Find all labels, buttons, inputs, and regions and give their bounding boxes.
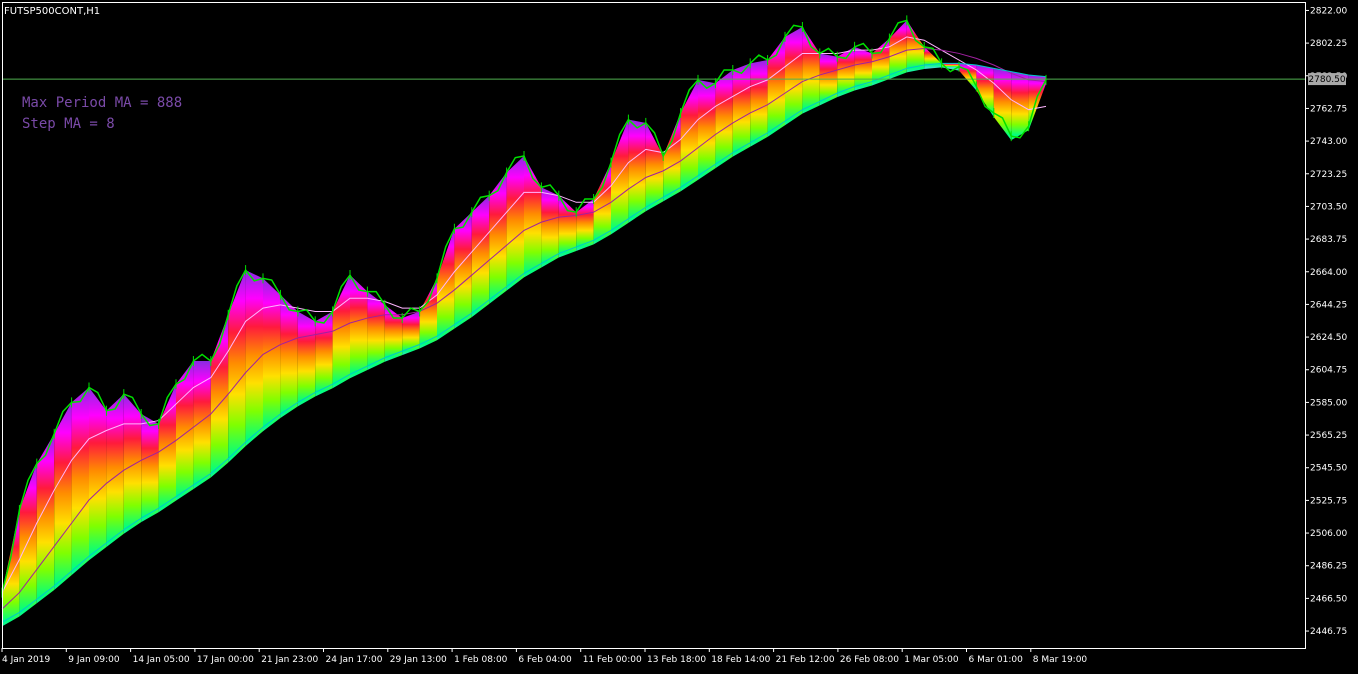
x-tick-label: 17 Jan 00:00 [197, 655, 254, 665]
y-tick-label: 2486.25 [1310, 562, 1347, 572]
ribbon-segment [698, 79, 716, 180]
x-tick-label: 6 Feb 04:00 [518, 655, 572, 665]
ribbon-segment [263, 278, 281, 432]
y-tick-label: 2683.75 [1310, 235, 1347, 245]
x-tick-label: 13 Feb 18:00 [647, 655, 706, 665]
y-tick-label: 2802.25 [1310, 39, 1347, 49]
ribbon-segment [89, 387, 107, 561]
indicator-param-step: Step MA = 8 [22, 116, 115, 132]
ribbon-segment [715, 69, 733, 169]
x-tick-label: 24 Jan 17:00 [326, 655, 383, 665]
ribbon-segment [280, 294, 298, 418]
current-price-badge: 2780.50 [1308, 73, 1346, 86]
chart-window[interactable]: 2822.002802.252782.502762.752743.002723.… [0, 0, 1358, 670]
y-tick-label: 2644.25 [1310, 300, 1347, 310]
ribbon-segment [367, 291, 385, 371]
chart-background [0, 0, 1358, 670]
ribbon-segment [785, 26, 803, 126]
current-price-label: 2780.50 [1308, 75, 1345, 85]
x-tick-label: 1 Feb 08:00 [454, 655, 508, 665]
x-tick-label: 11 Feb 00:00 [583, 655, 642, 665]
y-tick-label: 2822.00 [1310, 6, 1347, 16]
y-tick-label: 2723.25 [1310, 170, 1347, 180]
ribbon-segment [297, 311, 316, 407]
ribbon-segment [489, 172, 507, 304]
ribbon-segment [315, 311, 333, 397]
x-tick-label: 18 Feb 14:00 [711, 655, 770, 665]
x-tick-label: 21 Jan 23:00 [261, 655, 318, 665]
x-tick-label: 6 Mar 01:00 [969, 655, 1024, 665]
x-tick-label: 1 Mar 05:00 [904, 655, 959, 665]
x-tick-label: 8 Mar 19:00 [1033, 655, 1088, 665]
ribbon-segment [54, 402, 72, 590]
y-tick-label: 2506.00 [1310, 529, 1347, 539]
y-tick-label: 2624.50 [1310, 333, 1347, 343]
x-tick-label: 29 Jan 13:00 [390, 655, 447, 665]
y-tick-label: 2525.75 [1310, 496, 1347, 506]
ribbon-segment [471, 195, 490, 318]
y-tick-label: 2664.00 [1310, 268, 1347, 278]
y-tick-label: 2446.75 [1310, 627, 1347, 637]
x-tick-label: 4 Jan 2019 [2, 655, 50, 665]
ribbon-segment [628, 119, 646, 223]
ribbon-segment [141, 413, 159, 523]
ribbon-segment [106, 394, 124, 547]
price-chart[interactable]: 2822.002802.252782.502762.752743.002723.… [0, 0, 1358, 670]
y-tick-label: 2565.25 [1310, 431, 1347, 441]
y-tick-label: 2545.50 [1310, 464, 1347, 474]
ribbon-segment [506, 155, 524, 291]
y-tick-label: 2466.50 [1310, 594, 1347, 604]
chart-title: FUTSP500CONT,H1 [4, 6, 100, 17]
ribbon-segment [402, 311, 420, 356]
x-tick-label: 26 Feb 08:00 [840, 655, 899, 665]
ribbon-segment [454, 212, 472, 329]
ribbon-segment [123, 394, 142, 534]
ribbon-segment [71, 387, 89, 576]
ribbon-segment [245, 270, 263, 447]
x-tick-label: 21 Feb 12:00 [776, 655, 835, 665]
y-tick-label: 2703.50 [1310, 202, 1347, 212]
y-tick-label: 2604.75 [1310, 366, 1347, 376]
ribbon-segment [732, 63, 751, 157]
indicator-param-max-period: Max Period MA = 888 [22, 95, 182, 111]
y-tick-label: 2743.00 [1310, 137, 1347, 147]
x-tick-label: 9 Jan 09:00 [68, 655, 120, 665]
x-tick-label: 14 Jan 05:00 [133, 655, 190, 665]
y-tick-label: 2585.00 [1310, 398, 1347, 408]
y-tick-label: 2762.75 [1310, 104, 1347, 114]
